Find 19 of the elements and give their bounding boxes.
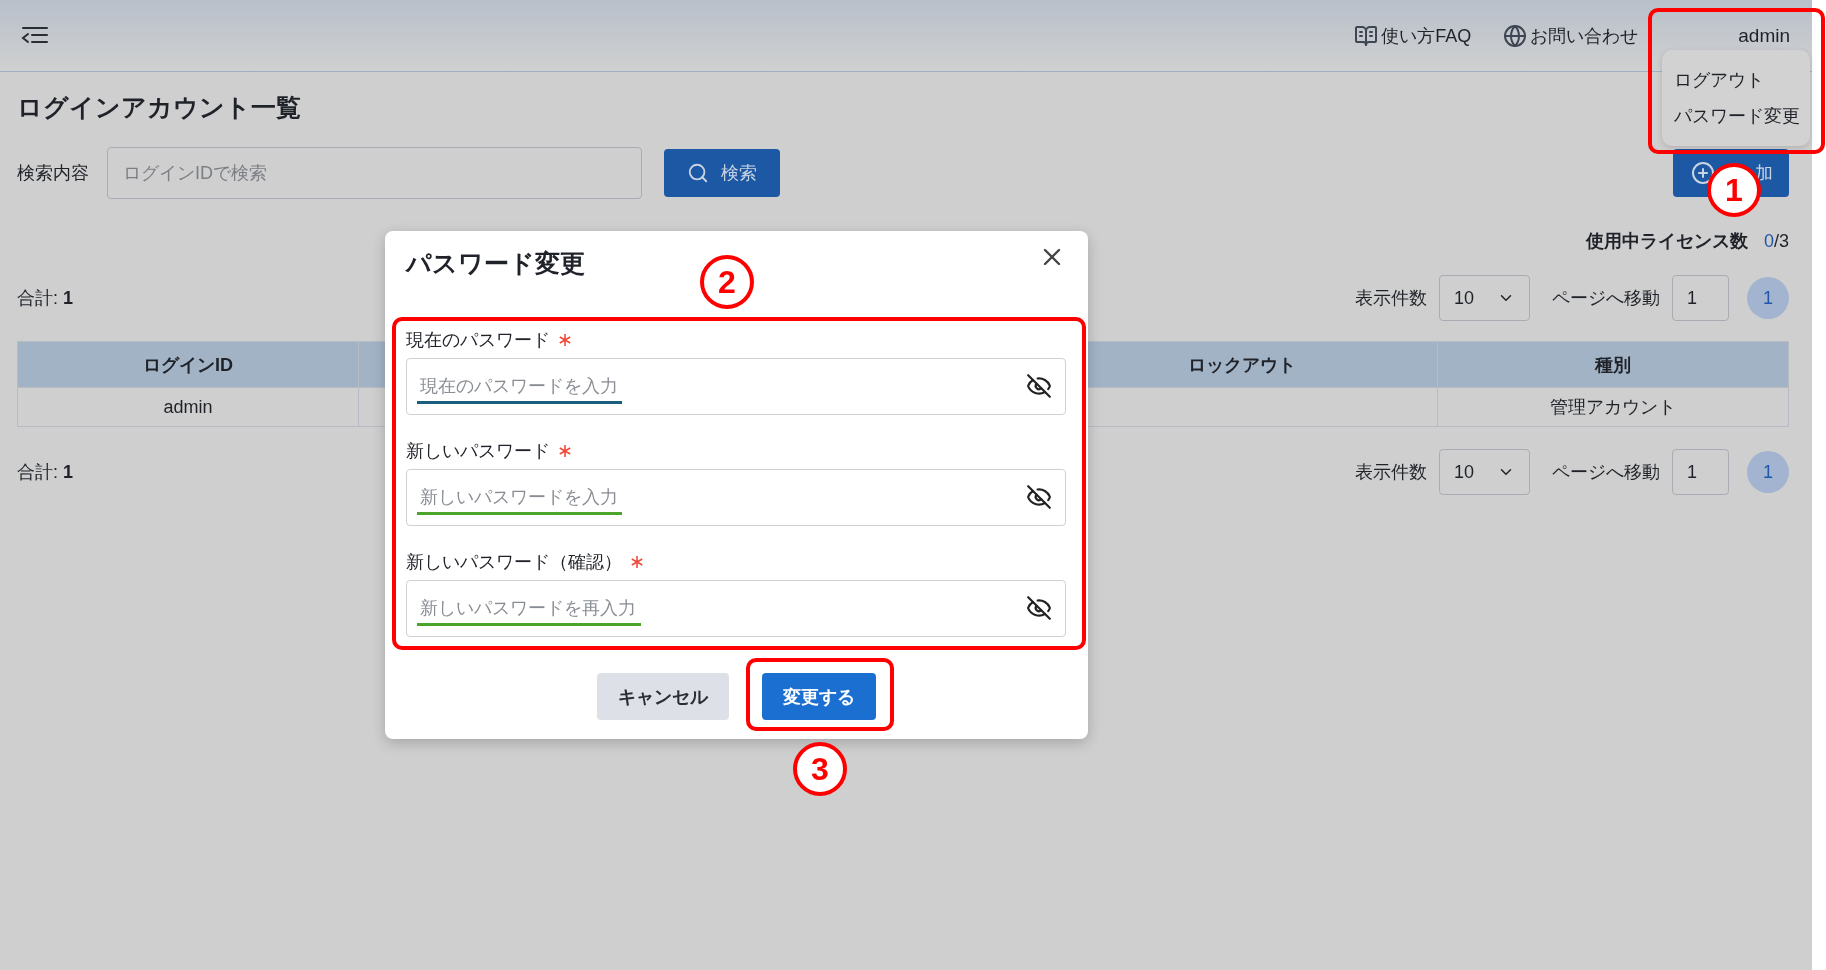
table-cell: admin — [18, 387, 358, 426]
goto-page-label: ページへ移動 — [1552, 287, 1660, 310]
column-header: ログインID — [18, 342, 358, 387]
total-count: 合計: 1 — [17, 287, 74, 310]
license-label: 使用中ライセンス数 — [1585, 230, 1748, 253]
field-label: 現在のパスワード — [406, 329, 550, 352]
field-label: 新しいパスワード — [406, 440, 550, 463]
dialog-title: パスワード変更 — [406, 247, 585, 279]
total-count: 合計: 1 — [17, 461, 74, 484]
field-label: 新しいパスワード（確認） — [406, 551, 622, 574]
table-cell: 管理アカウント — [1437, 387, 1788, 426]
search-label: 検索内容 — [17, 162, 89, 185]
page-size-label: 表示件数 — [1355, 461, 1427, 484]
page-size-label: 表示件数 — [1355, 287, 1427, 310]
license-used: 0 — [1763, 230, 1774, 252]
goto-page-label: ページへ移動 — [1552, 461, 1660, 484]
page-title: ログインアカウント一覧 — [17, 92, 301, 122]
column-header: 種別 — [1437, 342, 1788, 387]
license-total: /3 — [1774, 230, 1789, 252]
